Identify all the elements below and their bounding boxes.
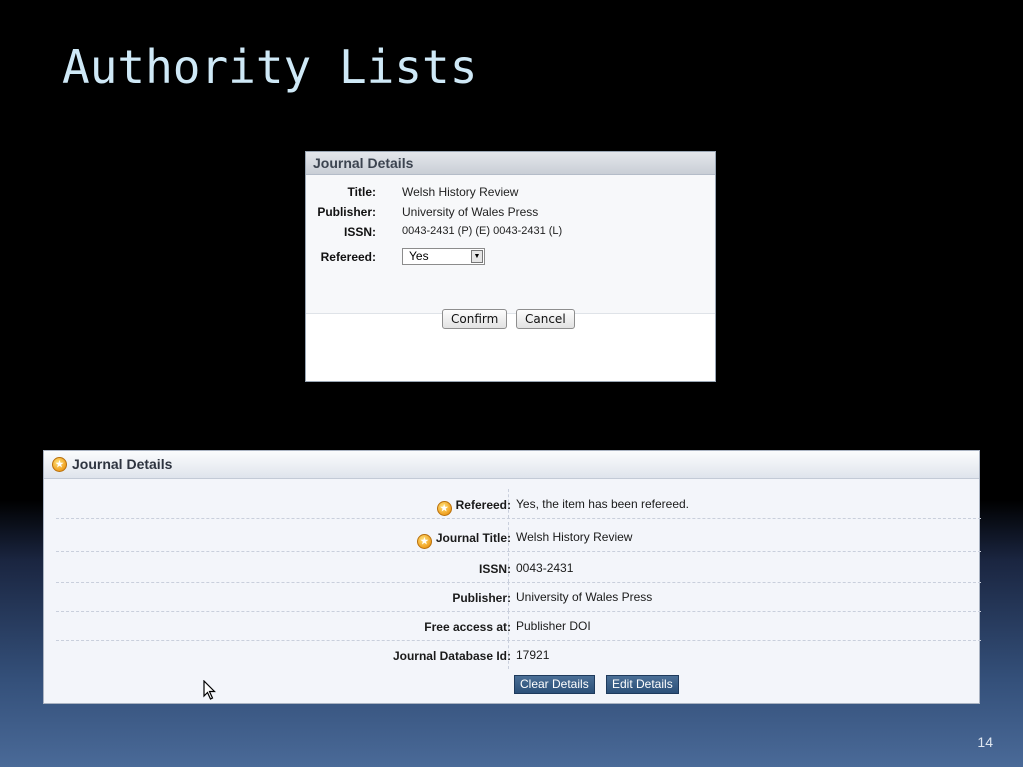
dialog-title: Journal Details [306,152,715,175]
refereed-label: Refereed: [320,250,376,264]
refereed-label-text: Refereed: [455,498,511,512]
dialog-body: Title: Welsh History Review Publisher: U… [306,175,715,329]
column-divider [508,553,509,582]
free-access-label: Free access at: [424,620,511,634]
issn-value: 0043-2431 (P) (E) 0043-2431 (L) [402,225,563,237]
column-divider [508,522,509,551]
free-access-row: Free access at: Publisher DOI [56,611,981,641]
publisher-value: University of Wales Press [402,205,539,219]
journal-details-dialog: Journal Details Title: Welsh History Rev… [305,151,716,382]
star-icon: ★ [416,534,432,549]
issn-value: 0043-2431 [516,561,574,575]
refereed-select[interactable]: Yes ▼ [402,248,485,265]
journal-title-label: ★ Journal Title: [416,531,511,549]
confirm-button[interactable]: Confirm [442,309,508,329]
refereed-value: Yes, the item has been refereed. [516,497,690,511]
clear-details-button[interactable]: Clear Details [514,675,595,694]
journal-database-id-value: 17921 [516,648,550,662]
dialog-title-row: Title: Welsh History Review [306,185,706,203]
cancel-button[interactable]: Cancel [516,309,575,329]
journal-details-panel: ★ Journal Details ★ Refereed: Yes, the it… [43,450,981,704]
mouse-pointer-icon [203,680,216,700]
publisher-label: Publisher: [452,591,511,605]
journal-database-id-row: Journal Database Id: 17921 [56,640,981,669]
column-divider [508,582,509,611]
journal-title-label-text: Journal Title: [435,531,511,545]
panel-title: Journal Details [72,456,173,472]
edit-details-button[interactable]: Edit Details [606,675,679,694]
column-divider [508,611,509,640]
column-divider [508,640,509,669]
title-value: Welsh History Review [402,185,519,199]
refereed-row: ★ Refereed: Yes, the item has been refere… [56,489,981,519]
publisher-value: University of Wales Press [516,590,653,604]
star-icon: ★ [52,457,67,472]
issn-label: ISSN: [343,225,376,239]
dialog-publisher-row: Publisher: University of Wales Press [306,205,706,223]
refereed-selected-value: Yes [409,249,429,263]
issn-row: ISSN: 0043-2431 [56,553,981,583]
dialog-issn-row: ISSN: 0043-2431 (P) (E) 0043-2431 (L) [306,225,706,243]
slide-title: Authority Lists [62,40,478,94]
publisher-label: Publisher: [317,205,376,219]
panel-header: ★ Journal Details [44,451,979,479]
page-number: 14 [977,734,993,750]
chevron-down-icon[interactable]: ▼ [471,250,483,263]
publisher-row: Publisher: University of Wales Press [56,582,981,612]
column-divider [508,489,509,518]
journal-database-id-label: Journal Database Id: [392,649,511,663]
star-icon: ★ [436,501,452,516]
journal-title-value: Welsh History Review [516,530,633,544]
free-access-value: Publisher DOI [516,619,591,633]
title-label: Title: [347,185,376,199]
issn-label: ISSN: [478,562,511,576]
dialog-refereed-row: Refereed: Yes ▼ [306,248,706,268]
refereed-label: ★ Refereed: [436,498,511,516]
journal-title-row: ★ Journal Title: Welsh History Review [56,522,981,552]
